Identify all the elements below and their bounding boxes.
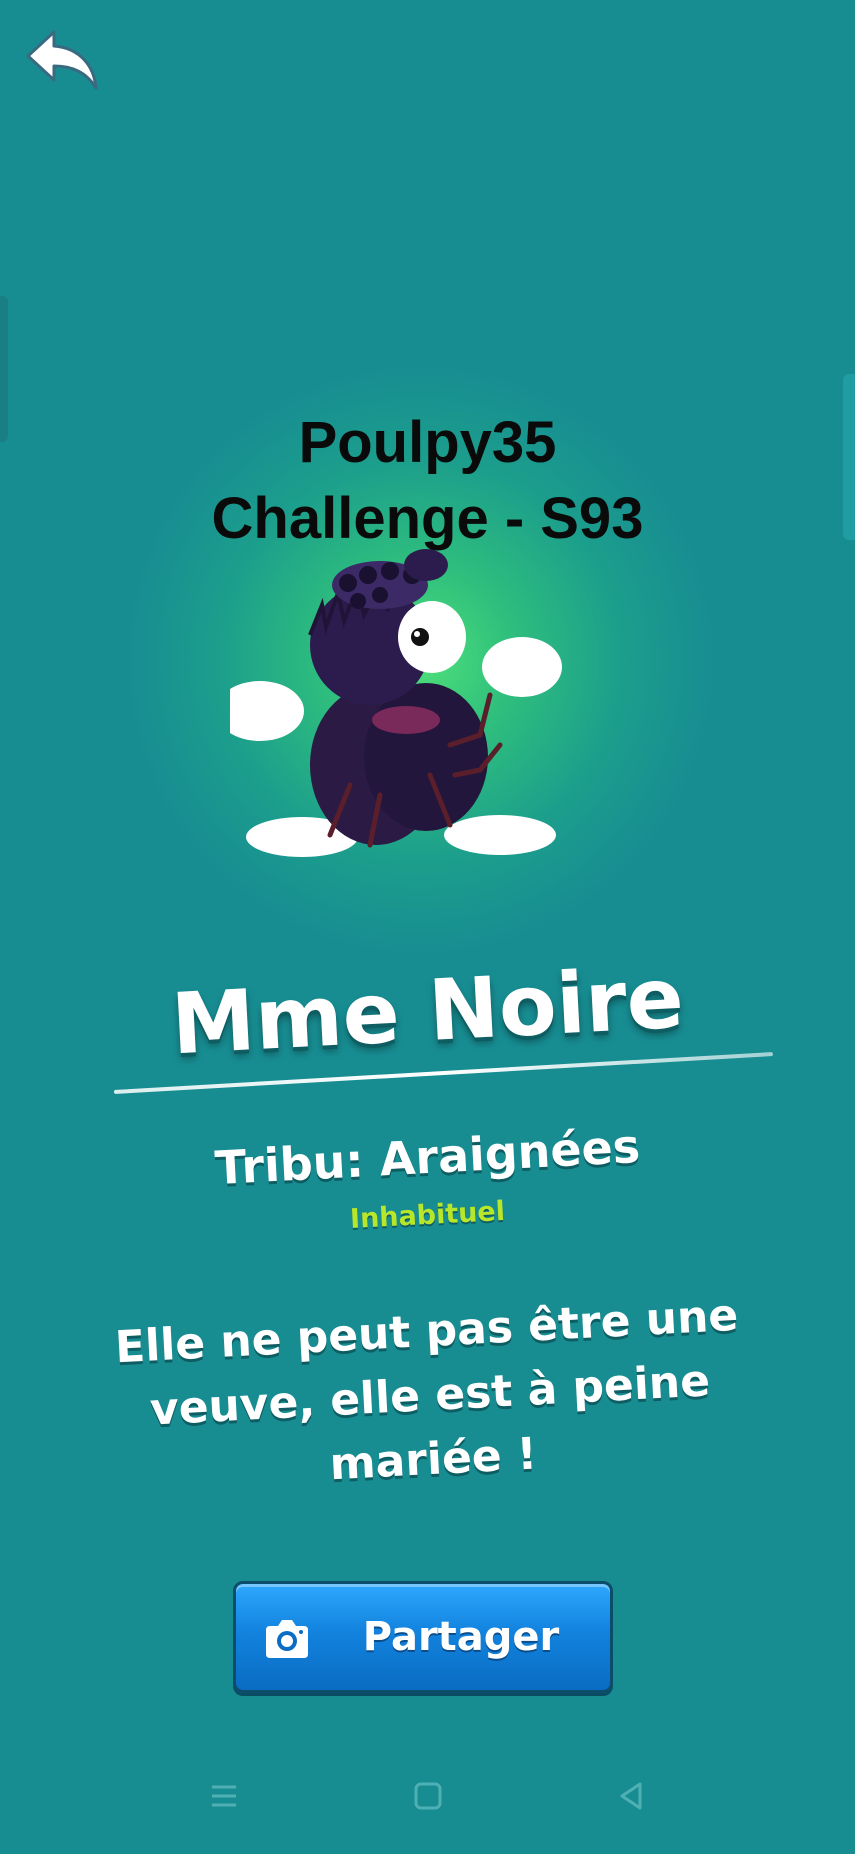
background-glow <box>0 0 855 1854</box>
back-button[interactable] <box>24 28 104 94</box>
back-arrow-icon <box>26 30 98 90</box>
challenge-title: Challenge - S93 <box>211 486 644 551</box>
nav-menu-button[interactable] <box>204 1776 244 1816</box>
share-button-label: Partager <box>362 1614 560 1660</box>
back-triangle-icon <box>620 1782 642 1810</box>
character-description: Elle ne peut pas être une veuve, elle es… <box>113 1289 740 1491</box>
camera-icon <box>266 1620 308 1658</box>
challenge-player-name: Poulpy35 <box>298 410 557 475</box>
nav-home-button[interactable] <box>408 1776 448 1816</box>
nav-back-button[interactable] <box>612 1776 652 1816</box>
home-square-icon <box>414 1782 442 1810</box>
share-button[interactable]: Partager <box>233 1581 613 1693</box>
spider-character-image <box>230 549 562 857</box>
menu-icon <box>212 1785 236 1807</box>
